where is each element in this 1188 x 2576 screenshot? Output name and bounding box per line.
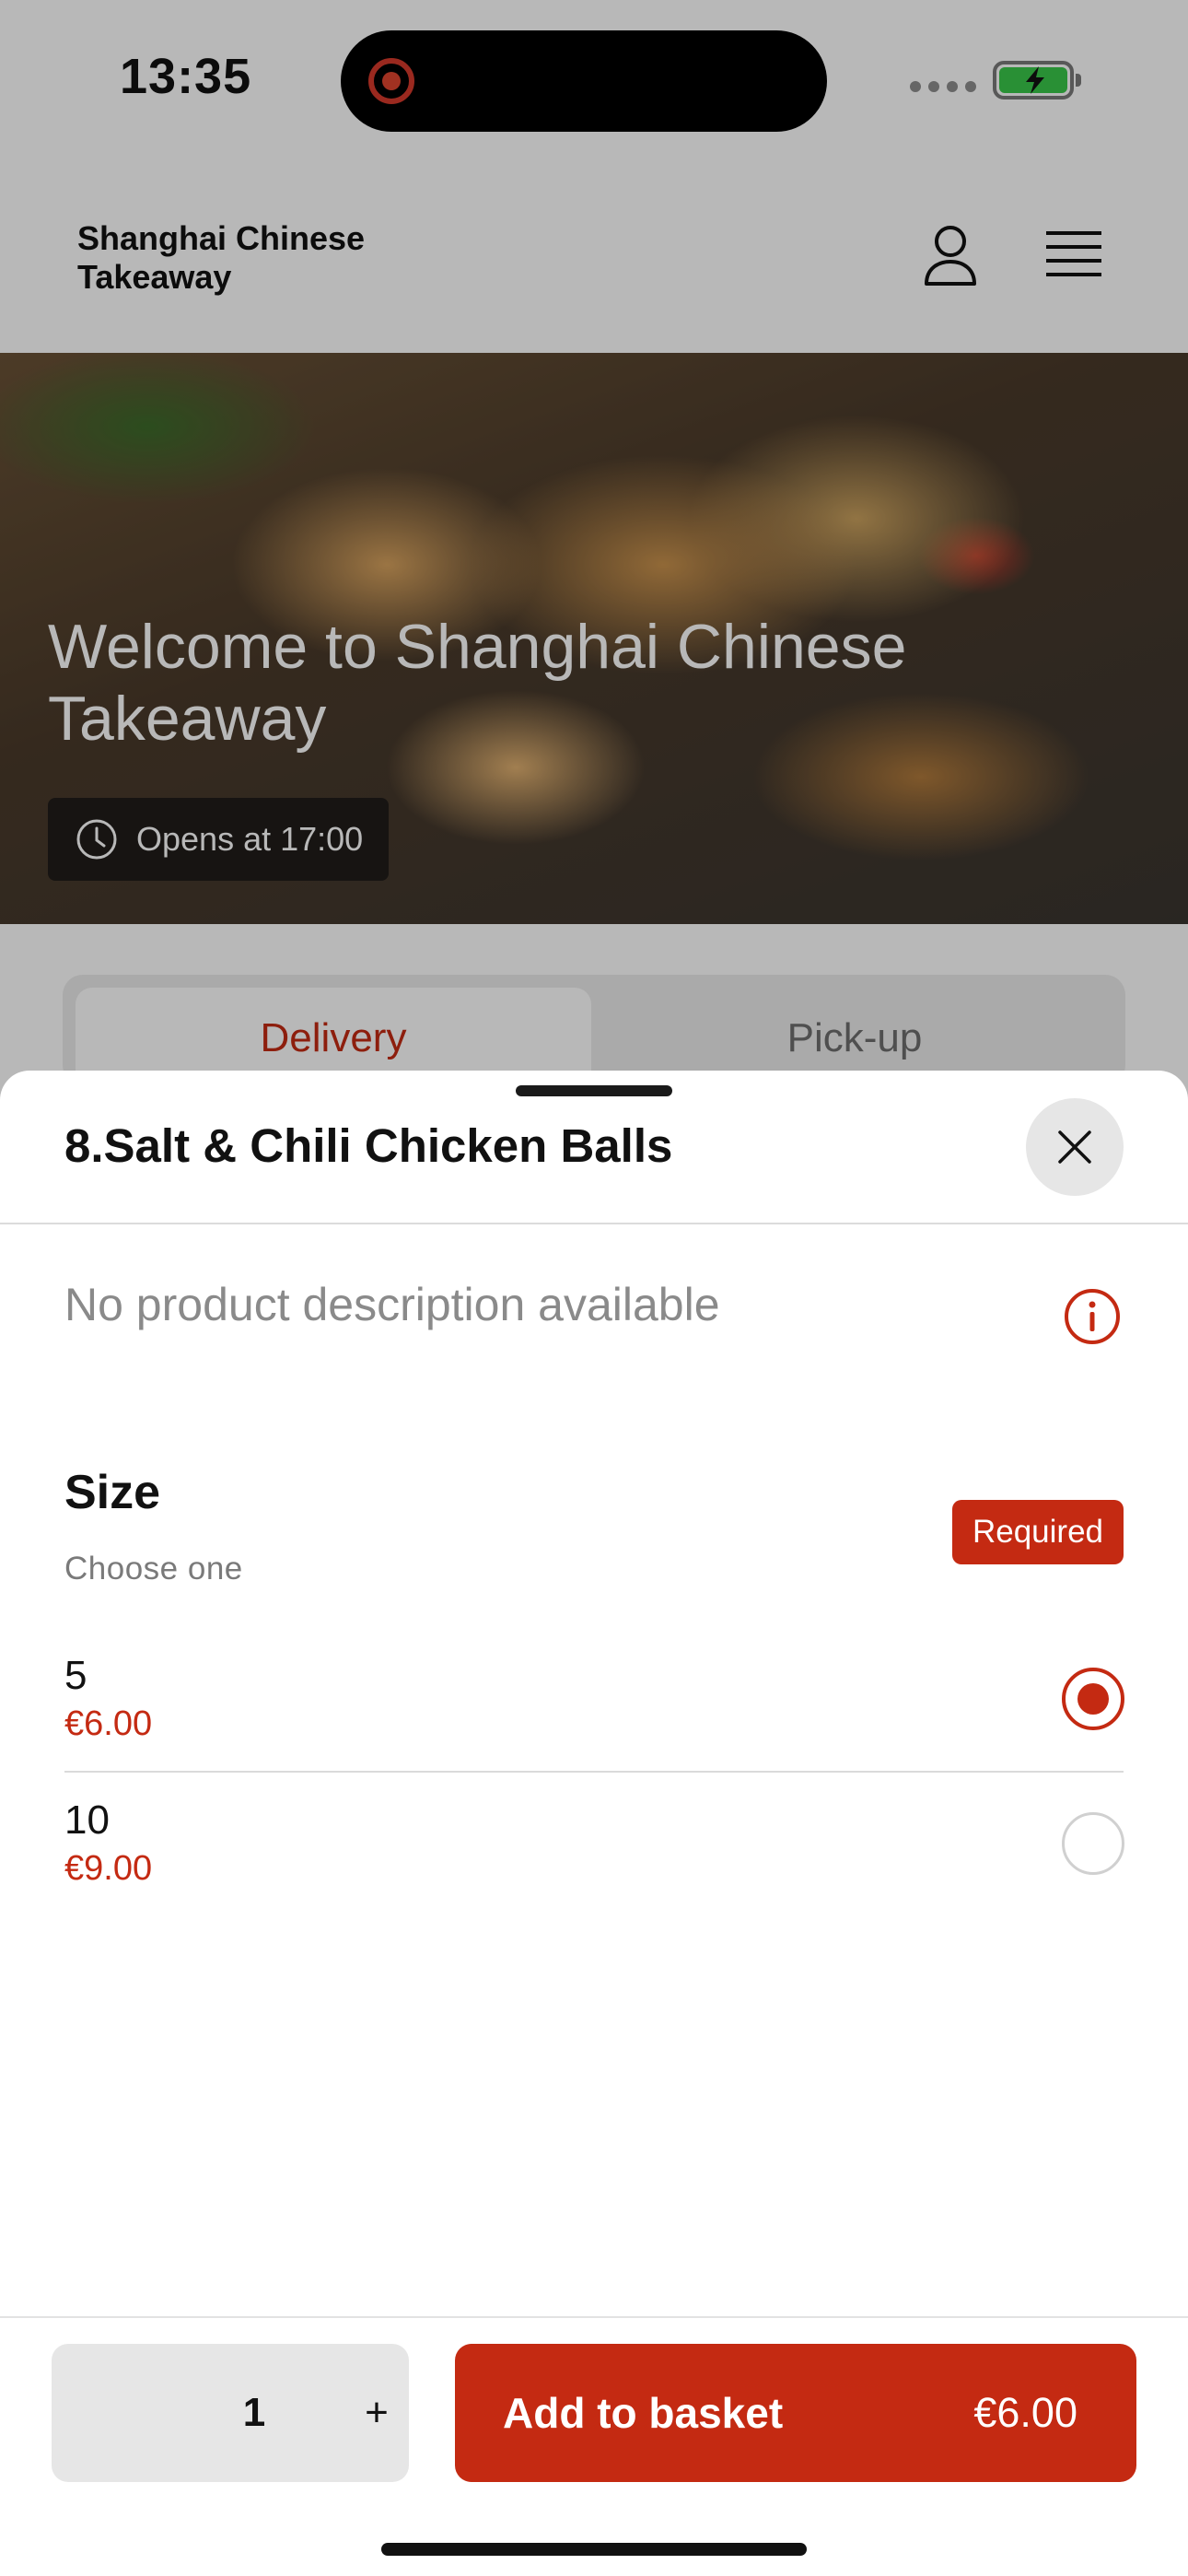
radio-selected[interactable] [1062,1668,1124,1730]
option-label: 10 [64,1797,110,1843]
close-icon [1058,1130,1091,1164]
add-to-basket-button[interactable]: Add to basket €6.00 [455,2344,1136,2482]
add-to-basket-price: €6.00 [973,2389,1077,2436]
option-divider [64,1771,1124,1773]
product-description: No product description available [64,1279,720,1330]
size-option-10[interactable]: 10 €9.00 [64,1797,1124,1936]
close-button[interactable] [1026,1098,1124,1196]
footer-divider [0,2316,1188,2318]
product-title: 8.Salt & Chili Chicken Balls [64,1119,673,1172]
info-icon[interactable] [1064,1288,1121,1345]
radio-unselected[interactable] [1062,1812,1124,1875]
option-price: €6.00 [64,1704,153,1743]
quantity-value: 1 [242,2390,266,2435]
required-badge: Required [952,1500,1124,1564]
sheet-grabber[interactable] [516,1085,672,1096]
option-price: €9.00 [64,1849,153,1888]
option-group-subtitle: Choose one [64,1551,243,1587]
quantity-stepper: 1 + [52,2344,409,2482]
sheet-divider [0,1223,1188,1224]
add-to-basket-label: Add to basket [503,2389,784,2437]
home-indicator[interactable] [381,2543,807,2556]
option-group-title: Size [64,1466,161,1519]
increment-button[interactable]: + [355,2344,398,2482]
option-label: 5 [64,1653,87,1698]
